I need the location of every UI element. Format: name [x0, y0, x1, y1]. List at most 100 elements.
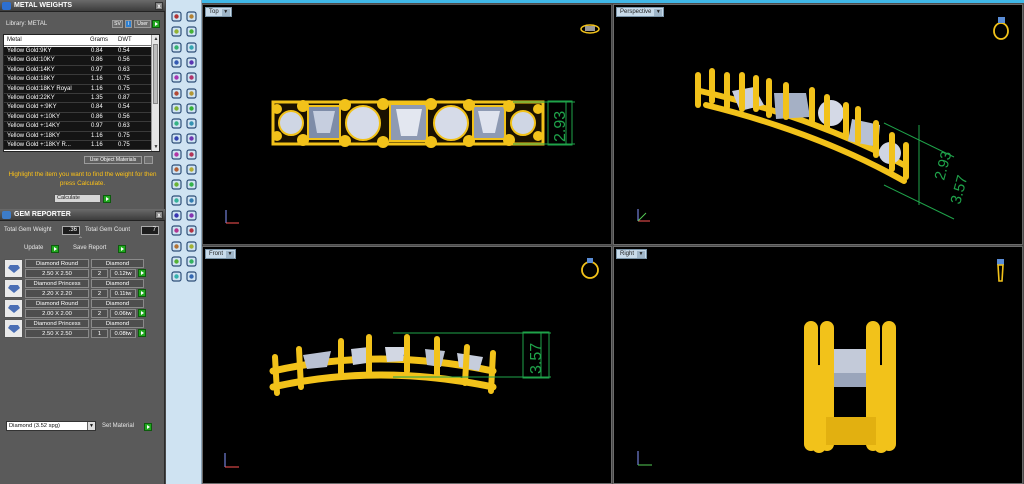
gem-thumbnail[interactable] [4, 279, 23, 298]
library-go-button[interactable] [152, 20, 160, 28]
viewport-right[interactable]: Right ▼ [613, 246, 1023, 484]
close-icon[interactable]: x [155, 2, 163, 10]
gem-count-cell: 2 [91, 289, 108, 298]
table-row[interactable]: Yellow Gold +:10KY 0.86 0.56 [4, 112, 152, 123]
user-button[interactable]: User [134, 20, 151, 28]
gem-name-cell: Diamond Round [25, 259, 89, 268]
flow-icon[interactable] [170, 209, 183, 222]
ring-rail-icon[interactable] [185, 87, 198, 100]
render-icon[interactable] [185, 255, 198, 268]
gem-material-cell: Diamond [91, 259, 144, 268]
chevron-down-icon[interactable]: ▼ [87, 422, 95, 430]
use-object-materials-toggle[interactable]: Use Object Materials [84, 156, 142, 164]
circle-icon[interactable] [185, 41, 198, 54]
cylinder-icon[interactable] [170, 132, 183, 145]
gem-row[interactable]: Diamond Round Diamond 2.00 X 2.00 2 0.06tw [4, 299, 146, 318]
arc-icon[interactable] [170, 41, 183, 54]
dimension-label-b: 3.57 [947, 173, 971, 206]
viewport-perspective[interactable]: Perspective ▼ 2.93 3.57 [613, 4, 1023, 245]
metal-name-cell: Yellow Gold:22KY [7, 94, 55, 101]
offset-icon[interactable] [170, 87, 183, 100]
scroll-down-icon[interactable]: ▼ [152, 143, 159, 151]
table-row[interactable]: Yellow Gold:22KY 1.35 0.87 [4, 93, 152, 104]
set-material-button[interactable] [144, 423, 152, 431]
material-select[interactable]: Diamond (3.52 spg) ▼ [6, 421, 96, 431]
sphere-icon[interactable] [170, 117, 183, 130]
box-icon[interactable] [185, 117, 198, 130]
polyline-icon[interactable] [185, 25, 198, 38]
revolve-icon[interactable] [185, 102, 198, 115]
twist-icon[interactable] [185, 194, 198, 207]
calculate-go-button[interactable] [103, 195, 111, 203]
close-icon[interactable]: x [155, 211, 163, 219]
point-icon[interactable] [185, 10, 198, 23]
bend-icon[interactable] [170, 194, 183, 207]
texture-icon[interactable] [170, 240, 183, 253]
table-row[interactable]: Yellow Gold +:14KY 0.97 0.63 [4, 122, 152, 132]
gem-thumbnail[interactable] [4, 319, 23, 338]
save-report-button[interactable] [118, 245, 126, 253]
axis-indicator [224, 453, 239, 468]
gem-thumbnail[interactable] [4, 259, 23, 278]
table-row[interactable]: Yellow Gold:10KY 0.86 0.56 [4, 56, 152, 66]
column-header-metal[interactable]: Metal [7, 37, 22, 43]
viewport-front[interactable]: Front ▼ 3.57 [202, 246, 612, 484]
gem-row[interactable]: Diamond Princess Diamond 2.20 X 2.20 2 0.11t… [4, 279, 146, 298]
curve-icon[interactable] [170, 56, 183, 69]
measure-icon[interactable] [185, 240, 198, 253]
material-icon[interactable] [185, 270, 198, 283]
calculate-select[interactable]: Calculate [54, 194, 101, 203]
gem-row[interactable]: Diamond Princess Diamond 2.50 X 2.50 1 0.08t… [4, 319, 146, 338]
gem-go-button[interactable] [138, 289, 146, 297]
scroll-thumb[interactable] [153, 44, 158, 104]
gem-go-button[interactable] [138, 269, 146, 277]
viewport-top[interactable]: Top ▼ 2.93 [202, 4, 612, 245]
gem-thumbnail[interactable] [4, 299, 23, 318]
line-icon[interactable] [170, 25, 183, 38]
gem-count-cell: 2 [91, 309, 108, 318]
save-report-label: Save Report [73, 245, 107, 251]
bezel-icon[interactable] [185, 148, 198, 161]
table-row[interactable]: Yellow Gold:14KY 0.97 0.63 [4, 65, 152, 76]
grams-cell: 0.97 [91, 66, 103, 73]
rectangle-icon[interactable] [185, 56, 198, 69]
modeling-toolbar [166, 0, 202, 484]
polygon-icon[interactable] [170, 71, 183, 84]
prong-icon[interactable] [170, 148, 183, 161]
scroll-up-icon[interactable]: ▲ [152, 35, 159, 43]
select-icon[interactable] [170, 10, 183, 23]
table-row[interactable]: Yellow Gold:18KY 1.16 0.75 [4, 75, 152, 85]
column-header-dwt[interactable]: DWT [118, 37, 132, 43]
extrude-icon[interactable] [170, 102, 183, 115]
sv-button[interactable]: SV [112, 20, 123, 28]
mirror-icon[interactable] [170, 178, 183, 191]
gem-go-button[interactable] [138, 329, 146, 337]
table-row[interactable]: Yellow Gold:9KY 0.84 0.54 [4, 47, 152, 57]
pave-icon[interactable] [170, 224, 183, 237]
table-row[interactable]: Yellow Gold:18KY Royal 1.16 0.75 [4, 84, 152, 94]
column-header-grams[interactable]: Grams [90, 37, 108, 43]
check-icon[interactable] [170, 270, 183, 283]
table-row[interactable]: Yellow Gold +:18KY 1.16 0.75 [4, 131, 152, 141]
array-icon[interactable] [185, 178, 198, 191]
boolean-icon[interactable] [170, 163, 183, 176]
gem-tool-icon[interactable] [185, 132, 198, 145]
update-button[interactable] [51, 245, 59, 253]
gem-go-button[interactable] [138, 309, 146, 317]
scale-icon[interactable] [185, 209, 198, 222]
cutter-icon[interactable] [185, 224, 198, 237]
axis-indicator [637, 209, 650, 222]
trim-icon[interactable] [185, 163, 198, 176]
table-row[interactable]: Yellow Gold +:9KY 0.84 0.54 [4, 103, 152, 113]
gem-row[interactable]: Diamond Round Diamond 2.50 X 2.50 2 0.12tw [4, 259, 146, 278]
collapse-icon[interactable]: ⌃ [78, 236, 83, 243]
fillet-icon[interactable] [185, 71, 198, 84]
info-button[interactable]: i [125, 20, 132, 28]
use-object-materials-checkbox[interactable] [144, 156, 153, 164]
table-row[interactable]: Yellow Gold +:18KY R... 1.16 0.75 [4, 140, 152, 151]
grams-cell: 0.97 [91, 123, 103, 130]
metal-table-scrollbar[interactable]: ▲ ▼ [151, 35, 159, 151]
library-label: Library: METAL [6, 21, 48, 27]
viewport-area-accent [166, 0, 1024, 3]
grid-icon[interactable] [170, 255, 183, 268]
